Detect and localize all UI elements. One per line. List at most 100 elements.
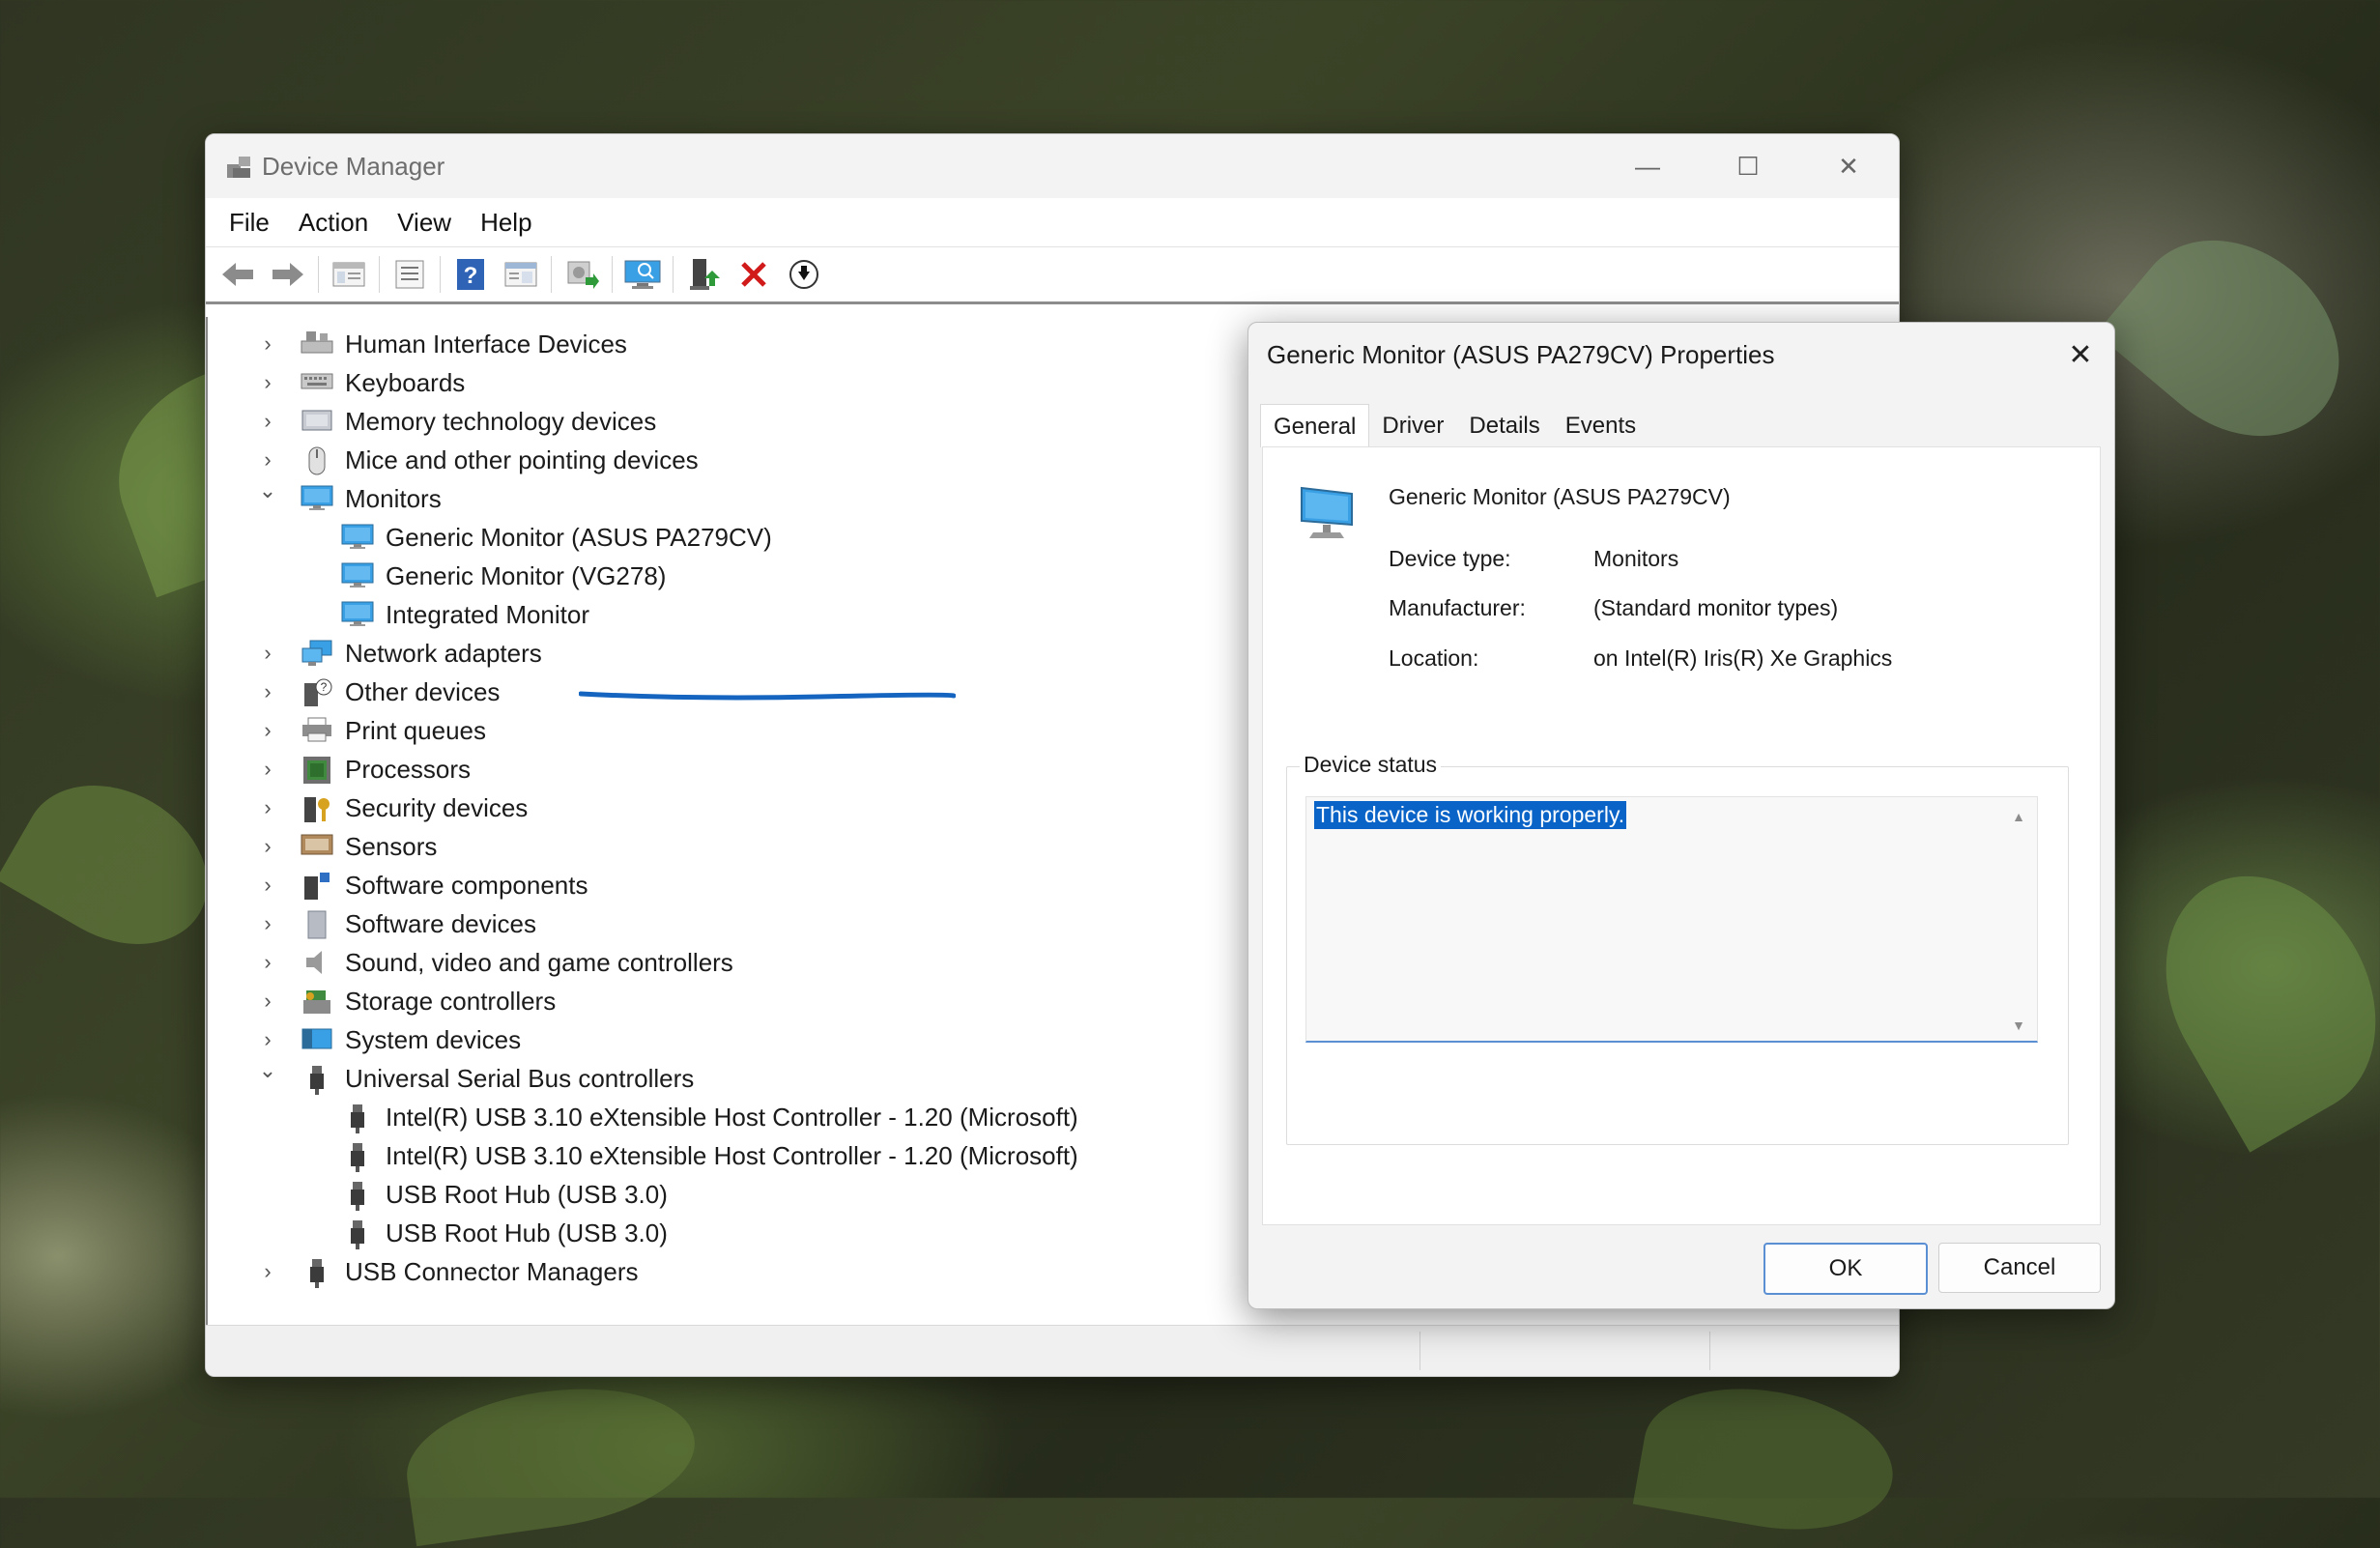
back-button[interactable]	[215, 252, 260, 297]
chevron-right-icon[interactable]: ›	[258, 333, 277, 355]
tree-category[interactable]: › Security devices	[264, 788, 529, 827]
tree-item-label: USB Root Hub (USB 3.0)	[386, 1218, 668, 1247]
tree-category[interactable]: › Sound, video and game controllers	[264, 943, 733, 982]
chevron-right-icon[interactable]: ›	[258, 720, 277, 741]
properties-dialog: Generic Monitor (ASUS PA279CV) Propertie…	[1247, 322, 2115, 1309]
menu-action[interactable]: Action	[299, 208, 368, 238]
ok-button[interactable]: OK	[1763, 1243, 1928, 1295]
help-button[interactable]: ?	[448, 252, 493, 297]
chevron-right-icon[interactable]: ›	[258, 990, 277, 1012]
scroll-up-icon[interactable]: ▲	[2012, 809, 2025, 824]
scan-hardware-icon	[624, 260, 661, 289]
menu-help[interactable]: Help	[480, 208, 531, 238]
tree-category[interactable]: › Network adapters	[264, 634, 541, 673]
tree-device[interactable]: Generic Monitor (ASUS PA279CV)	[341, 518, 772, 557]
tree-category[interactable]: › USB Connector Managers	[264, 1252, 639, 1291]
chevron-right-icon[interactable]: ›	[258, 643, 277, 664]
tree-category[interactable]: › Software components	[264, 866, 588, 904]
tree-device[interactable]: USB Root Hub (USB 3.0)	[341, 1214, 668, 1252]
monitor-icon	[301, 484, 333, 513]
tree-item-label: Sensors	[345, 831, 438, 861]
tree-device[interactable]: Intel(R) USB 3.10 eXtensible Host Contro…	[341, 1098, 1078, 1136]
device-name: Generic Monitor (ASUS PA279CV)	[1389, 484, 1731, 509]
chevron-right-icon[interactable]: ›	[258, 411, 277, 432]
tab-events[interactable]: Events	[1553, 404, 1649, 446]
tree-item-label: Software components	[345, 870, 588, 900]
scroll-down-icon[interactable]: ▼	[2012, 1018, 2025, 1033]
background-leaf	[2124, 838, 2380, 1153]
tree-item-label: USB Connector Managers	[345, 1256, 639, 1286]
tree-category[interactable]: › Print queues	[264, 711, 486, 750]
title-bar[interactable]: Device Manager — ☐ ✕	[206, 134, 1899, 198]
chevron-down-icon[interactable]: ⌄	[258, 1060, 277, 1081]
tree-item-label: Generic Monitor (VG278)	[386, 560, 667, 590]
uninstall-button[interactable]	[731, 252, 776, 297]
menu-view[interactable]: View	[397, 208, 451, 238]
tree-device[interactable]: USB Root Hub (USB 3.0)	[341, 1175, 668, 1214]
tree-category[interactable]: › Storage controllers	[264, 982, 557, 1020]
chevron-right-icon[interactable]: ›	[258, 1261, 277, 1282]
chevron-right-icon[interactable]: ›	[258, 449, 277, 471]
storage-icon	[301, 987, 333, 1016]
show-hide-tree-button[interactable]	[327, 252, 371, 297]
chevron-right-icon[interactable]: ›	[258, 759, 277, 780]
svg-text:?: ?	[321, 680, 328, 694]
annotation-underline	[579, 691, 956, 701]
download-button[interactable]	[782, 252, 826, 297]
tree-category[interactable]: › Keyboards	[264, 363, 465, 402]
dialog-close-button[interactable]: ✕	[2047, 323, 2114, 387]
tab-driver[interactable]: Driver	[1369, 404, 1456, 446]
tree-category[interactable]: › Software devices	[264, 904, 536, 943]
tree-category[interactable]: › Human Interface Devices	[264, 325, 627, 363]
tree-category[interactable]: › Memory technology devices	[264, 402, 656, 441]
chevron-right-icon[interactable]: ›	[258, 797, 277, 818]
tree-item-label: Security devices	[345, 792, 529, 822]
tree-item-label: Sound, video and game controllers	[345, 947, 733, 977]
general-tab-panel: Generic Monitor (ASUS PA279CV) Device ty…	[1262, 446, 2101, 1225]
software-component-icon	[301, 871, 333, 900]
forward-arrow-icon	[272, 263, 303, 286]
maximize-button[interactable]: ☐	[1698, 134, 1798, 198]
chevron-right-icon[interactable]: ›	[258, 874, 277, 896]
minimize-button[interactable]: —	[1597, 134, 1698, 198]
view-button[interactable]	[499, 252, 543, 297]
enable-device-button[interactable]	[681, 252, 726, 297]
chevron-right-icon[interactable]: ›	[258, 372, 277, 393]
device-status-textbox[interactable]: This device is working properly. ▲ ▼	[1305, 796, 2038, 1043]
tree-device[interactable]: Generic Monitor (VG278)	[341, 557, 666, 595]
cancel-button[interactable]: Cancel	[1938, 1243, 2101, 1293]
tree-category[interactable]: › Processors	[264, 750, 471, 788]
menu-file[interactable]: File	[229, 208, 270, 238]
forward-button[interactable]	[266, 252, 310, 297]
tree-device[interactable]: Integrated Monitor	[341, 595, 589, 634]
monitor-icon	[341, 523, 374, 552]
menu-bar: File Action View Help	[206, 198, 1899, 247]
device-manager-icon	[227, 157, 250, 178]
tree-category[interactable]: ›? Other devices	[264, 673, 500, 711]
chevron-right-icon[interactable]: ›	[258, 681, 277, 702]
status-divider	[1419, 1332, 1420, 1370]
chevron-right-icon[interactable]: ›	[258, 952, 277, 973]
usb-icon	[341, 1180, 374, 1211]
usb-icon	[341, 1218, 374, 1249]
tree-category[interactable]: ⌄ Monitors	[259, 479, 442, 518]
tab-details[interactable]: Details	[1456, 404, 1552, 446]
chevron-right-icon[interactable]: ›	[258, 913, 277, 934]
tree-category[interactable]: › System devices	[264, 1020, 521, 1059]
chevron-right-icon[interactable]: ›	[258, 1029, 277, 1050]
update-driver-icon	[567, 261, 599, 289]
update-driver-button[interactable]	[559, 252, 604, 297]
properties-button[interactable]	[387, 252, 432, 297]
security-icon	[301, 793, 333, 822]
toolbar-separator	[612, 256, 613, 293]
tree-category[interactable]: ⌄ Universal Serial Bus controllers	[259, 1059, 694, 1098]
tree-category[interactable]: › Mice and other pointing devices	[264, 441, 699, 479]
chevron-right-icon[interactable]: ›	[258, 836, 277, 857]
tree-item-label: Storage controllers	[345, 986, 557, 1016]
chevron-down-icon[interactable]: ⌄	[258, 480, 277, 502]
tree-category[interactable]: › Sensors	[264, 827, 438, 866]
close-button[interactable]: ✕	[1798, 134, 1899, 198]
scan-hardware-button[interactable]	[620, 252, 665, 297]
tab-general[interactable]: General	[1260, 404, 1370, 447]
tree-device[interactable]: Intel(R) USB 3.10 eXtensible Host Contro…	[341, 1136, 1078, 1175]
